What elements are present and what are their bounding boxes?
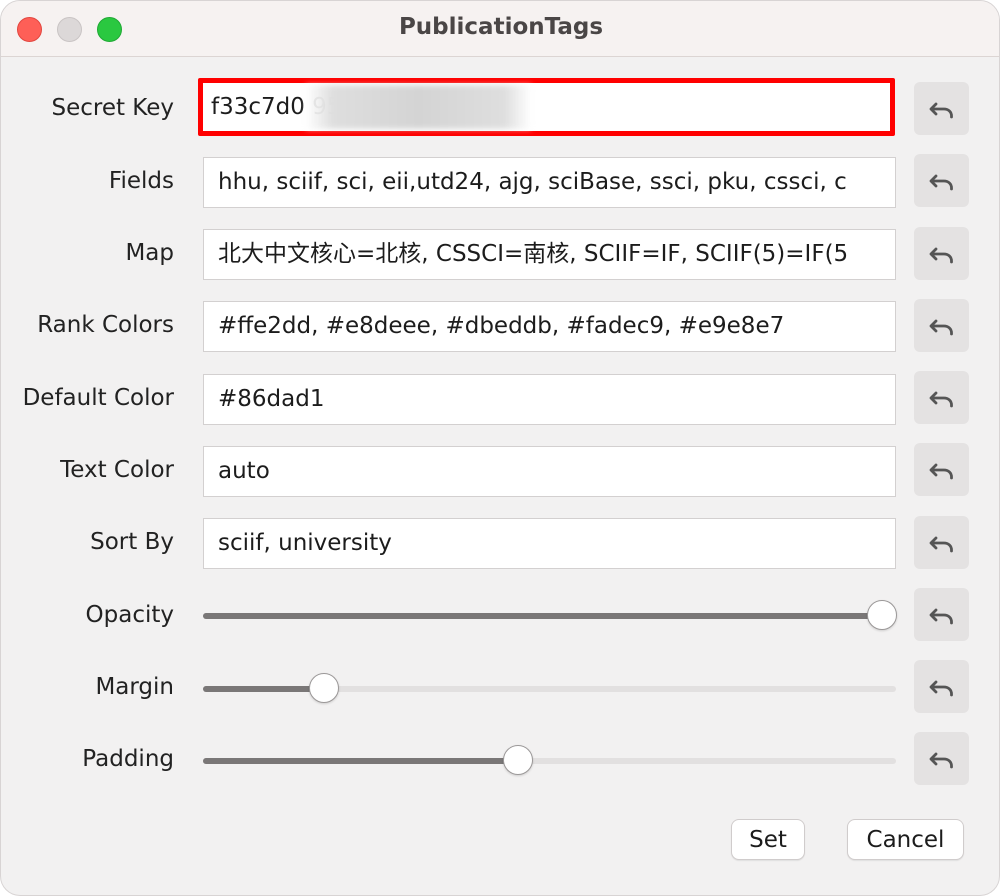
revert-opacity-button[interactable] — [914, 588, 969, 641]
slider-fill — [203, 686, 324, 692]
padding-slider[interactable] — [203, 745, 896, 775]
slider-fill — [203, 613, 882, 619]
secret-key-input[interactable]: f33c7d0 955d8a56a3 — [198, 78, 895, 136]
undo-arrow-icon — [929, 536, 953, 552]
slider-thumb[interactable] — [503, 745, 533, 775]
revert-margin-button[interactable] — [914, 660, 969, 713]
undo-arrow-icon — [929, 608, 953, 624]
sort-by-label: Sort By — [90, 529, 174, 555]
window-title: PublicationTags — [398, 14, 604, 40]
set-button[interactable]: Set — [731, 819, 805, 860]
text-color-label: Text Color — [60, 457, 174, 483]
revert-secret-key-button[interactable] — [914, 82, 969, 135]
secret-key-label: Secret Key — [51, 95, 174, 121]
undo-arrow-icon — [929, 102, 953, 118]
revert-default-color-button[interactable] — [914, 371, 969, 424]
rank-colors-label: Rank Colors — [37, 312, 174, 338]
slider-fill — [203, 758, 518, 764]
opacity-slider[interactable] — [203, 600, 897, 630]
padding-label: Padding — [82, 746, 174, 772]
margin-slider[interactable] — [203, 673, 896, 703]
fields-label: Fields — [108, 168, 174, 194]
revert-fields-button[interactable] — [914, 154, 969, 207]
undo-arrow-icon — [929, 752, 953, 768]
slider-thumb[interactable] — [867, 600, 897, 630]
text-color-input[interactable]: auto — [203, 446, 896, 497]
undo-arrow-icon — [929, 319, 953, 335]
revert-sort-by-button[interactable] — [914, 516, 969, 569]
sort-by-input[interactable]: sciif, university — [203, 518, 896, 569]
revert-rank-colors-button[interactable] — [914, 299, 969, 352]
rank-colors-input[interactable]: #ffe2dd, #e8deee, #dbeddb, #fadec9, #e9e… — [203, 301, 896, 352]
margin-label: Margin — [95, 674, 174, 700]
fields-input[interactable]: hhu, sciif, sci, eii,utd24, ajg, sciBase… — [203, 157, 896, 208]
map-label: Map — [125, 240, 174, 266]
map-input[interactable]: 北大中文核心=北核, CSSCI=南核, SCIIF=IF, SCIIF(5)=… — [203, 229, 896, 280]
slider-thumb[interactable] — [309, 673, 339, 703]
revert-map-button[interactable] — [914, 227, 969, 280]
cancel-button[interactable]: Cancel — [847, 819, 964, 860]
opacity-label: Opacity — [85, 602, 174, 628]
undo-arrow-icon — [929, 391, 953, 407]
default-color-input[interactable]: #86dad1 — [203, 374, 896, 425]
undo-arrow-icon — [929, 463, 953, 479]
undo-arrow-icon — [929, 680, 953, 696]
revert-text-color-button[interactable] — [914, 443, 969, 496]
revert-padding-button[interactable] — [914, 732, 969, 785]
default-color-label: Default Color — [22, 385, 174, 411]
title-bar: PublicationTags — [1, 1, 999, 57]
dialog-window: PublicationTags Secret Key f33c7d0 955d8… — [0, 0, 1000, 896]
undo-arrow-icon — [929, 174, 953, 190]
undo-arrow-icon — [929, 247, 953, 263]
